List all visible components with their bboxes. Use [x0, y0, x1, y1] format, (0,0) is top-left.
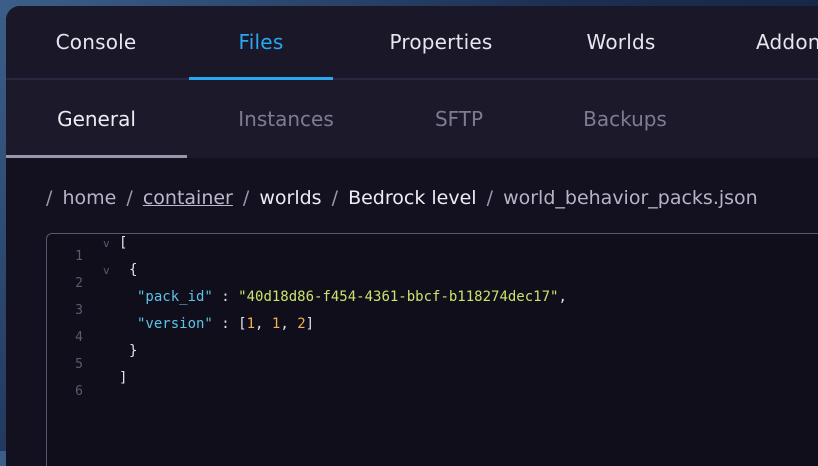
- tab-console[interactable]: Console: [36, 6, 156, 78]
- subtab-label: General: [57, 107, 136, 131]
- tab-label: Addons: [756, 30, 818, 54]
- tab-label: Files: [238, 30, 284, 54]
- code-line-content: "pack_id" : "40d18d86-f454-4361-bbcf-b11…: [137, 289, 567, 305]
- line-number: 2: [75, 276, 83, 291]
- subtab-general[interactable]: General: [6, 80, 187, 158]
- json-comma: ,: [558, 289, 567, 305]
- tab-label: Properties: [389, 30, 493, 54]
- json-bracket: [: [238, 316, 247, 332]
- json-comma: ,: [280, 316, 298, 332]
- line-number: 5: [75, 357, 83, 372]
- subtab-sftp[interactable]: SFTP: [406, 80, 512, 158]
- breadcrumb: / home / container / worlds / Bedrock le…: [46, 187, 758, 209]
- fold-toggle-icon[interactable]: v: [103, 264, 110, 277]
- breadcrumb-container-link[interactable]: container: [143, 187, 233, 209]
- main-tabs: Console Files Properties Worlds Addons: [6, 6, 818, 80]
- subtab-label: SFTP: [434, 107, 484, 131]
- tab-files[interactable]: Files: [189, 6, 333, 80]
- json-colon: :: [212, 316, 239, 332]
- json-key: "version": [137, 316, 213, 332]
- code-token: ]: [119, 370, 128, 386]
- code-token: {: [129, 262, 138, 278]
- json-key: "pack_id": [137, 289, 213, 305]
- sub-tabs: General Instances SFTP Backups: [6, 80, 818, 158]
- breadcrumb-separator: /: [126, 187, 133, 209]
- line-number: 3: [75, 303, 83, 318]
- code-editor[interactable]: 1 v [ 2 v { 3 "pack_id" : "40d18d86-f454…: [46, 233, 818, 466]
- tab-addons[interactable]: Addons: [756, 6, 818, 78]
- tab-properties[interactable]: Properties: [366, 6, 516, 78]
- line-number: 4: [75, 330, 83, 345]
- subtab-instances[interactable]: Instances: [206, 80, 366, 158]
- breadcrumb-separator: /: [242, 187, 250, 209]
- json-bracket: ]: [305, 316, 315, 332]
- breadcrumb-home[interactable]: home: [62, 187, 116, 209]
- json-number: 1: [246, 316, 256, 332]
- json-colon: :: [212, 289, 239, 305]
- json-number: 2: [297, 316, 306, 332]
- code-token: }: [129, 343, 138, 359]
- json-comma: ,: [255, 316, 272, 332]
- code-line-content: "version" : [1, 1, 2]: [137, 316, 314, 332]
- tab-label: Worlds: [586, 30, 656, 54]
- breadcrumb-bedrock-level[interactable]: Bedrock level: [348, 187, 476, 209]
- breadcrumb-separator: /: [331, 187, 339, 209]
- active-subtab-indicator: [6, 155, 187, 158]
- breadcrumb-separator: /: [46, 187, 53, 209]
- tab-worlds[interactable]: Worlds: [566, 6, 676, 78]
- tab-label: Console: [55, 30, 137, 54]
- code-token: [: [119, 235, 128, 251]
- line-number: 1: [75, 249, 83, 264]
- line-number: 6: [75, 384, 83, 399]
- app-window: Console Files Properties Worlds Addons G…: [6, 6, 818, 466]
- subtab-backups[interactable]: Backups: [556, 80, 694, 158]
- breadcrumb-worlds[interactable]: worlds: [259, 187, 321, 209]
- fold-toggle-icon[interactable]: v: [103, 237, 110, 250]
- subtab-label: Backups: [583, 107, 667, 131]
- breadcrumb-separator: /: [486, 187, 494, 209]
- subtab-label: Instances: [238, 107, 334, 131]
- breadcrumb-current-file: world_behavior_packs.json: [503, 187, 758, 209]
- json-string: "40d18d86-f454-4361-bbcf-b118274dec17": [238, 289, 559, 305]
